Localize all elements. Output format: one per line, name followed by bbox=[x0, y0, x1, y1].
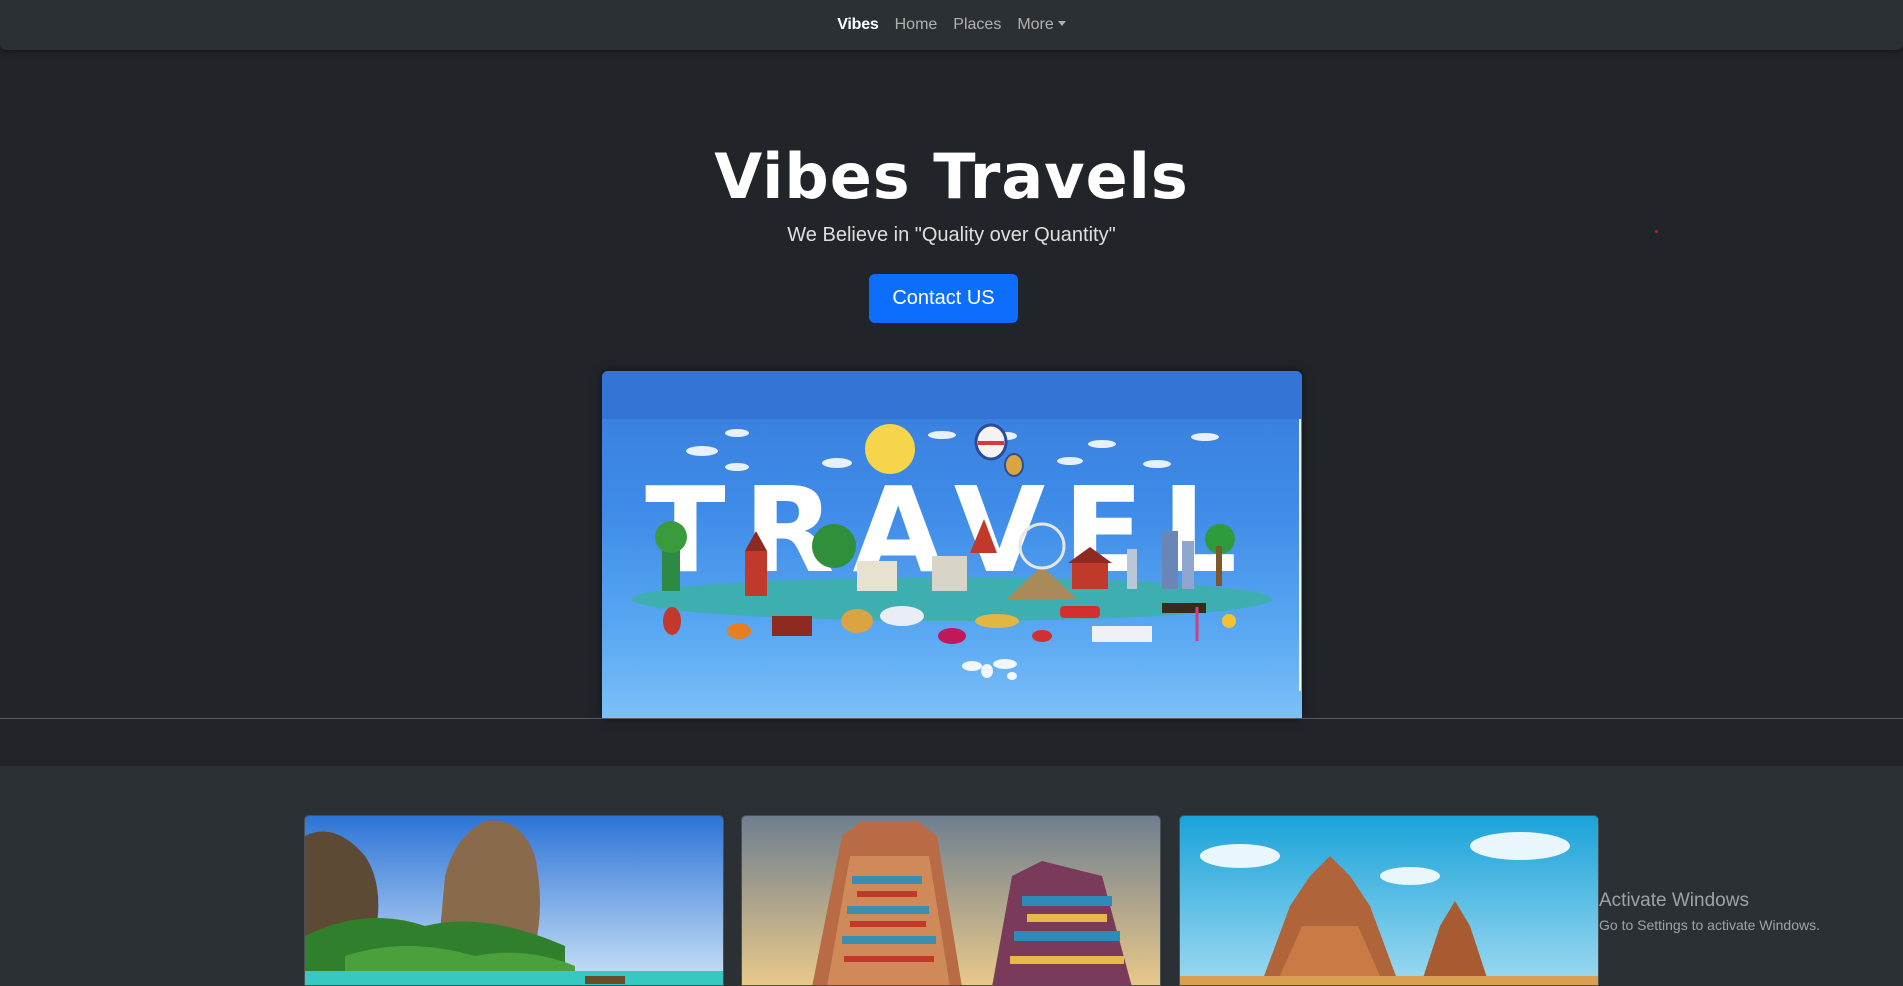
top-navbar: Vibes Home Places More bbox=[0, 0, 1903, 50]
place-image-beach bbox=[305, 816, 723, 985]
navbar-brand[interactable]: Vibes bbox=[837, 16, 879, 34]
hero-subtitle: We Believe in "Quality over Quantity" bbox=[787, 224, 1116, 246]
caret-down-icon bbox=[1057, 21, 1066, 26]
nav-dropdown-more[interactable]: More bbox=[1017, 16, 1066, 34]
place-card-3[interactable] bbox=[1179, 815, 1599, 986]
place-card-1[interactable] bbox=[304, 815, 724, 986]
nav-link-places[interactable]: Places bbox=[953, 16, 1001, 34]
place-card-2[interactable] bbox=[741, 815, 1161, 986]
hero-travel-image: TRAVEL bbox=[602, 371, 1302, 718]
hero-title: Vibes Travels bbox=[714, 140, 1189, 213]
section-divider bbox=[0, 718, 1903, 719]
nav-dropdown-label: More bbox=[1017, 16, 1054, 33]
place-image-temple bbox=[742, 816, 1160, 985]
nav-link-home[interactable]: Home bbox=[895, 16, 938, 34]
activate-windows-title: Activate Windows bbox=[1599, 890, 1749, 911]
red-dot bbox=[1655, 230, 1658, 233]
activate-windows-subtitle: Go to Settings to activate Windows. bbox=[1599, 917, 1820, 933]
place-image-shore-temple bbox=[1180, 816, 1598, 985]
contact-us-button[interactable]: Contact US bbox=[869, 274, 1018, 323]
